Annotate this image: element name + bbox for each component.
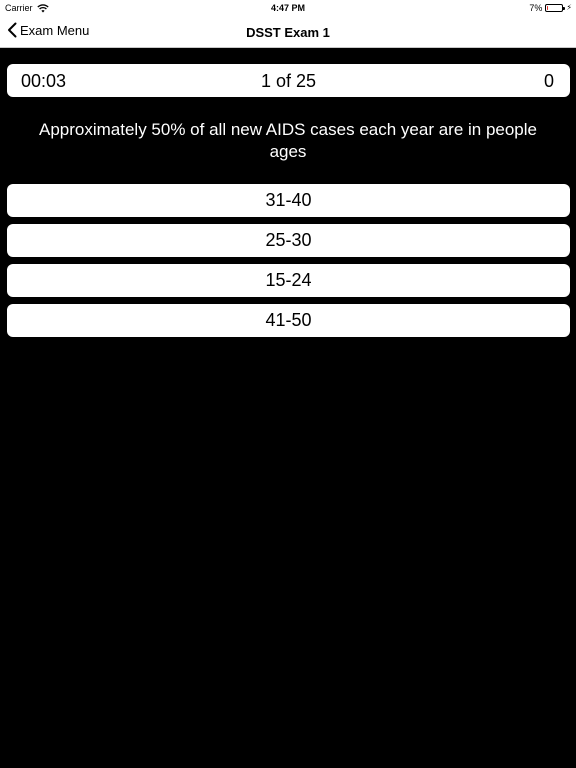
- status-time: 4:47 PM: [270, 3, 305, 13]
- answer-option-4[interactable]: 41-50: [7, 304, 570, 337]
- nav-bar: Exam Menu DSST Exam 1: [0, 16, 576, 48]
- answer-list: 31-40 25-30 15-24 41-50: [7, 184, 570, 344]
- battery-level-fill: [547, 6, 549, 10]
- page-title: DSST Exam 1: [246, 25, 330, 40]
- answer-option-2[interactable]: 25-30: [7, 224, 570, 257]
- battery-icon: [545, 4, 566, 12]
- question-text: Approximately 50% of all new AIDS cases …: [39, 120, 537, 161]
- exam-info-bar: 00:03 1 of 25 0: [7, 64, 570, 97]
- status-right: 7% ⚡: [529, 3, 572, 13]
- score: 0: [543, 71, 554, 91]
- answer-option-1[interactable]: 31-40: [7, 184, 570, 217]
- screen: Carrier 4:47 PM 7% ⚡ Exam Menu DSST Exam…: [0, 0, 576, 768]
- question-progress: 1 of 25: [260, 71, 317, 91]
- battery-percent: 7%: [529, 3, 543, 13]
- answer-option-3[interactable]: 15-24: [7, 264, 570, 297]
- charging-bolt-icon: ⚡: [566, 3, 572, 12]
- status-bar: Carrier 4:47 PM 7% ⚡: [0, 0, 576, 16]
